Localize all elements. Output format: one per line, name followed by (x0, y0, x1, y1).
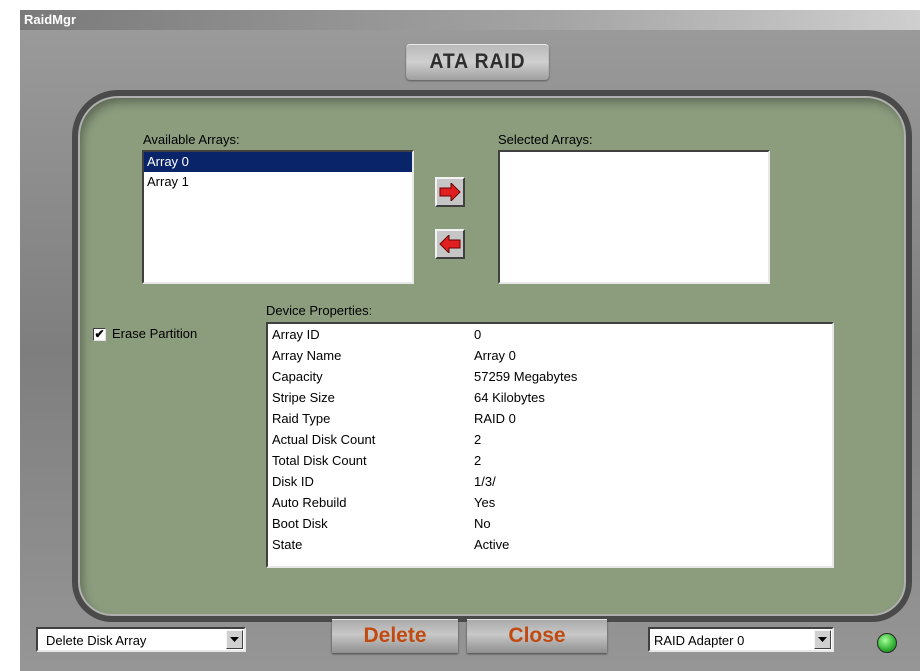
left-arrow-icon (439, 235, 461, 253)
property-row: Auto Rebuild Yes (272, 492, 832, 513)
property-key: Raid Type (272, 411, 331, 426)
page-title: ATA RAID (406, 44, 549, 80)
property-key: Array ID (272, 327, 320, 342)
property-key: Capacity (272, 369, 323, 384)
chevron-down-icon (818, 636, 827, 642)
property-key: Auto Rebuild (272, 495, 347, 510)
right-arrow-icon (439, 183, 461, 201)
property-value: 2 (474, 453, 482, 468)
erase-partition-checkbox[interactable]: ✔ (93, 328, 106, 341)
property-key: Total Disk Count (272, 453, 367, 468)
available-arrays-label: Available Arrays: (143, 132, 240, 147)
operation-select-value: Delete Disk Array (46, 633, 147, 648)
remove-array-button[interactable] (435, 229, 465, 259)
window-title: RaidMgr (20, 10, 920, 30)
property-value: No (474, 516, 491, 531)
property-row: Disk ID 1/3/ (272, 471, 832, 492)
property-row: Boot Disk No (272, 513, 832, 534)
property-row: Raid Type RAID 0 (272, 408, 832, 429)
device-properties-list[interactable]: Array ID 0 Array Name Array 0 Capacity 57259 … (266, 322, 834, 568)
raidmgr-window: RaidMgr ATA RAID Available Arrays: Array… (20, 10, 920, 671)
device-properties-label: Device Properties: (266, 303, 373, 318)
property-value: 2 (474, 432, 482, 447)
operation-dropdown-button[interactable] (226, 630, 243, 649)
adapter-select-value: RAID Adapter 0 (654, 633, 745, 648)
property-row: State Active (272, 534, 832, 555)
property-key: Disk ID (272, 474, 314, 489)
list-item[interactable]: Array 1 (144, 172, 412, 192)
property-value: 57259 Megabytes (474, 369, 578, 384)
property-value: Yes (474, 495, 496, 510)
operation-select[interactable]: Delete Disk Array (36, 627, 246, 652)
property-key: Stripe Size (272, 390, 335, 405)
adapter-select[interactable]: RAID Adapter 0 (648, 627, 834, 652)
property-value: 1/3/ (474, 474, 496, 489)
adapter-dropdown-button[interactable] (814, 630, 831, 649)
property-row: Total Disk Count 2 (272, 450, 832, 471)
property-value: Array 0 (474, 348, 516, 363)
property-row: Actual Disk Count 2 (272, 429, 832, 450)
property-value: 0 (474, 327, 482, 342)
status-led-icon (877, 633, 897, 653)
property-value: 64 Kilobytes (474, 390, 545, 405)
list-item[interactable]: Array 0 (144, 152, 412, 172)
property-key: Actual Disk Count (272, 432, 376, 447)
property-row: Array ID 0 (272, 324, 832, 345)
property-row: Array Name Array 0 (272, 345, 832, 366)
erase-partition-label: Erase Partition (112, 326, 198, 341)
selected-arrays-label: Selected Arrays: (498, 132, 593, 147)
property-key: Boot Disk (272, 516, 328, 531)
property-value: Active (474, 537, 510, 552)
selected-arrays-list[interactable] (498, 150, 770, 284)
property-key: State (272, 537, 303, 552)
property-key: Array Name (272, 348, 342, 363)
delete-button[interactable]: Delete (332, 619, 458, 653)
property-row: Capacity 57259 Megabytes (272, 366, 832, 387)
property-row: Stripe Size 64 Kilobytes (272, 387, 832, 408)
property-value: RAID 0 (474, 411, 516, 426)
add-array-button[interactable] (435, 177, 465, 207)
close-button[interactable]: Close (467, 619, 607, 653)
chevron-down-icon (230, 636, 239, 642)
available-arrays-list[interactable]: Array 0 Array 1 (142, 150, 414, 284)
